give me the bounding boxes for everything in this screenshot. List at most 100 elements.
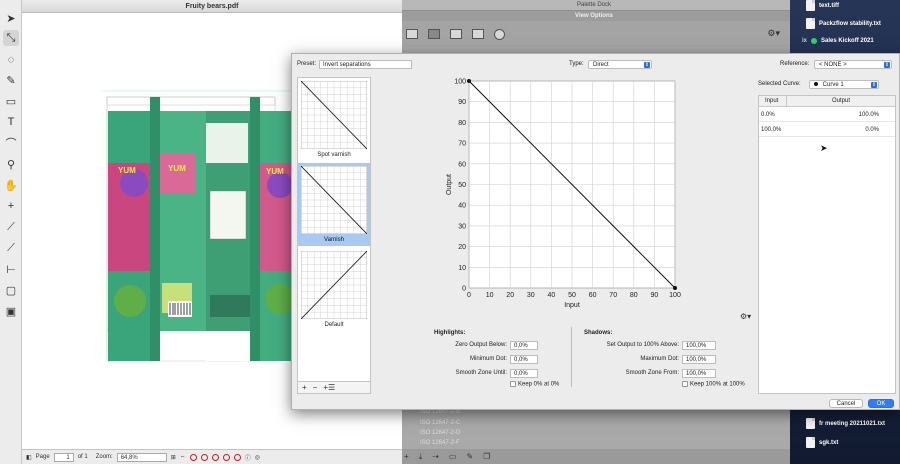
set-output-label: Set Output to 100% Above: [606,342,679,348]
table-row[interactable]: 100.0% 0.0% [759,123,895,137]
set-output-field[interactable]: 100,0% [682,341,716,350]
smooth-until-field[interactable]: 0,0% [510,369,538,378]
separation-icon[interactable] [200,453,208,461]
preset-field[interactable]: Invert separations [319,60,412,69]
curve-chart[interactable]: 0 10 20 30 40 50 60 70 80 90 100 0 10 20 30 40 50 60 70 80 9… [437,76,687,311]
table-row[interactable]: 0.0% 100.0% [759,108,895,122]
max-dot-field[interactable]: 100,0% [682,355,716,364]
text-tool-icon[interactable]: T [3,114,19,130]
ok-button[interactable]: OK [868,399,894,408]
palette-toolbar [398,21,790,47]
separation-icon[interactable] [211,453,219,461]
zero-output-field[interactable]: 0,0% [510,341,538,350]
globe-icon[interactable] [494,28,505,40]
iso-item[interactable]: ISO 12647-2-C [420,420,460,426]
view-mode-1-icon[interactable] [406,29,418,39]
copy-icon[interactable]: ❐ [483,452,490,461]
edit-icon[interactable]: ✎ [466,452,473,461]
desktop-file-label: Packzflow stability.txt [819,20,881,27]
zoom-width-icon[interactable]: ⇔ [180,454,186,460]
keep-hundred-checkbox[interactable]: Keep 100% at 100% [682,381,745,388]
page-number-field[interactable]: 1 [53,452,74,462]
move-icon[interactable]: ⇢ [432,452,439,461]
comment-icon[interactable]: ▢ [3,282,19,298]
select-chevron-icon: ⇕ [871,82,877,88]
add-list-icon[interactable]: +☰ [323,383,335,392]
preset-item-spot-varnish[interactable]: Spot varnish [298,78,370,161]
preset-thumbnail [301,251,367,319]
download-icon[interactable]: ⤓ [419,452,423,462]
y-tick-label: 40 [458,203,466,210]
iso-item[interactable]: ISO 12647-2-D [420,430,460,436]
desktop-file-packzflow[interactable]: Packzflow stability.txt [806,18,881,29]
ruler-icon[interactable]: ⟋ [3,240,19,256]
selected-curve-select[interactable]: Curve 1 ⇕ [809,80,879,89]
lasso-icon[interactable]: ◌ [3,52,19,68]
curve-icon[interactable]: ⌒ [3,135,19,151]
type-select[interactable]: Direct ⇕ [588,60,652,69]
preset-list-toolbar: + − +☰ [297,381,371,394]
curve-points-table: Input Output 0.0% 100.0% 100.0% 0.0% [758,95,896,394]
package-icon[interactable]: ▣ [3,303,19,319]
keep-zero-checkbox[interactable]: Keep 0% at 0% [510,381,559,388]
pen-icon[interactable]: ✎ [3,72,19,88]
zoom-fit-icon[interactable]: ⊞ [171,454,176,461]
measure-icon[interactable]: ⊢ [3,261,19,277]
zoom-field[interactable]: 64,8% [116,452,167,462]
y-tick-label: 100 [454,79,466,86]
y-axis-label: Output [446,174,453,195]
select-arrow-icon[interactable]: ➤ [3,10,19,26]
view-icon[interactable]: ◎ [255,454,260,461]
x-tick-label: 30 [527,292,535,299]
preset-name: Default [324,322,344,328]
view-mode-4-icon[interactable] [472,29,484,39]
view-mode-3-icon[interactable] [450,29,462,39]
row-input: 0.0% [761,112,775,118]
svg-text:YUM: YUM [168,164,186,173]
desktop-item-sales-kickoff[interactable]: ix Sales Kickoff 2021 [802,38,874,44]
preset-item-varnish[interactable]: Varnish [298,163,370,246]
zoom-icon[interactable]: ⚲ [3,156,19,172]
svg-text:YUM: YUM [266,167,284,176]
info-icon[interactable]: ⓘ [245,453,251,462]
iso-item[interactable]: ISO 12647-2-F [420,440,460,446]
col-output-header[interactable]: Output [787,96,895,106]
desktop-file-label: Sales Kickoff 2021 [821,38,874,44]
reference-select[interactable]: < NONE > ⇕ [814,60,892,69]
separation-icon[interactable] [189,453,197,461]
add-preset-icon[interactable]: + [302,383,307,392]
x-tick-label: 10 [486,292,494,299]
file-icon [806,437,815,448]
view-mode-2-icon[interactable] [428,29,440,39]
smooth-from-field[interactable]: 100,0% [682,369,716,378]
fit-icon[interactable]: ⤡ [3,30,19,46]
add-icon[interactable]: + [404,452,409,461]
rectangle-icon[interactable]: ▭ [3,93,19,109]
separation-icon[interactable] [222,453,230,461]
selected-curve-value: Curve 1 [822,82,844,88]
x-tick-label: 80 [630,292,638,299]
desktop-file-fr-meeting[interactable]: fr meeting 20211021.txt [806,418,885,429]
desktop-file-sgk[interactable]: sgk.txt [806,437,838,448]
min-dot-field[interactable]: 0,0% [510,355,538,364]
folder-icon[interactable]: ▭ [449,452,457,461]
page-count: of 1 [77,454,88,460]
y-tick-label: 50 [458,182,466,189]
separation-icon[interactable] [233,453,241,461]
preset-list: Spot varnish Varnish Default [297,77,371,394]
gear-icon[interactable]: ⚙▾ [767,28,780,39]
zero-output-label: Zero Output Below: [455,342,507,348]
desktop-file-text-tiff[interactable]: text.tiff [806,0,839,11]
gear-icon[interactable]: ⚙▾ [740,312,751,321]
preset-item-default[interactable]: Default [298,248,370,331]
keep-zero-label: Keep 0% at 0% [518,381,560,388]
col-input-header[interactable]: Input [759,96,787,106]
cancel-button[interactable]: Cancel [829,399,863,408]
type-label: Type: [569,61,584,67]
y-tick-label: 60 [458,161,466,168]
eyedropper-icon[interactable]: ⟋ [3,219,19,235]
sidebar-toggle-icon[interactable]: ◧ [26,454,32,461]
crosshair-icon[interactable]: + [3,198,19,214]
hand-icon[interactable]: ✋ [3,177,19,193]
remove-preset-icon[interactable]: − [313,383,318,392]
